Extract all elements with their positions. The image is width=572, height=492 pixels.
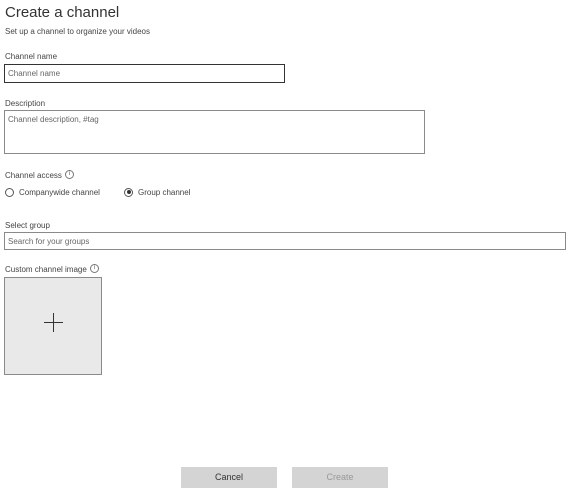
info-icon[interactable]: i — [89, 264, 99, 274]
radio-companywide-channel[interactable]: Companywide channel — [5, 187, 100, 198]
cancel-button[interactable]: Cancel — [181, 467, 277, 488]
group-search-input[interactable] — [4, 232, 566, 250]
custom-image-label-row: Custom channel image i — [5, 264, 99, 275]
custom-image-label: Custom channel image — [5, 265, 87, 274]
radio-button-checked[interactable] — [124, 187, 133, 197]
channel-name-label: Channel name — [5, 52, 58, 61]
plus-icon-vertical — [53, 313, 54, 332]
select-group-label: Select group — [5, 221, 50, 230]
create-button[interactable]: Create — [292, 467, 388, 488]
channel-name-input[interactable] — [4, 64, 285, 83]
page-title: Create a channel — [5, 4, 120, 21]
radio-button-unchecked[interactable] — [5, 187, 14, 197]
page-subtitle: Set up a channel to organize your videos — [5, 27, 150, 36]
description-label: Description — [5, 99, 46, 108]
info-icon[interactable]: i — [64, 170, 74, 180]
radio-label-companywide: Companywide channel — [19, 188, 100, 197]
description-input[interactable] — [4, 110, 425, 154]
channel-access-label-row: Channel access i — [5, 170, 74, 181]
radio-group-channel[interactable]: Group channel — [124, 187, 191, 198]
radio-label-group: Group channel — [138, 188, 191, 197]
channel-access-label: Channel access — [5, 171, 62, 180]
custom-image-upload[interactable] — [4, 277, 102, 375]
